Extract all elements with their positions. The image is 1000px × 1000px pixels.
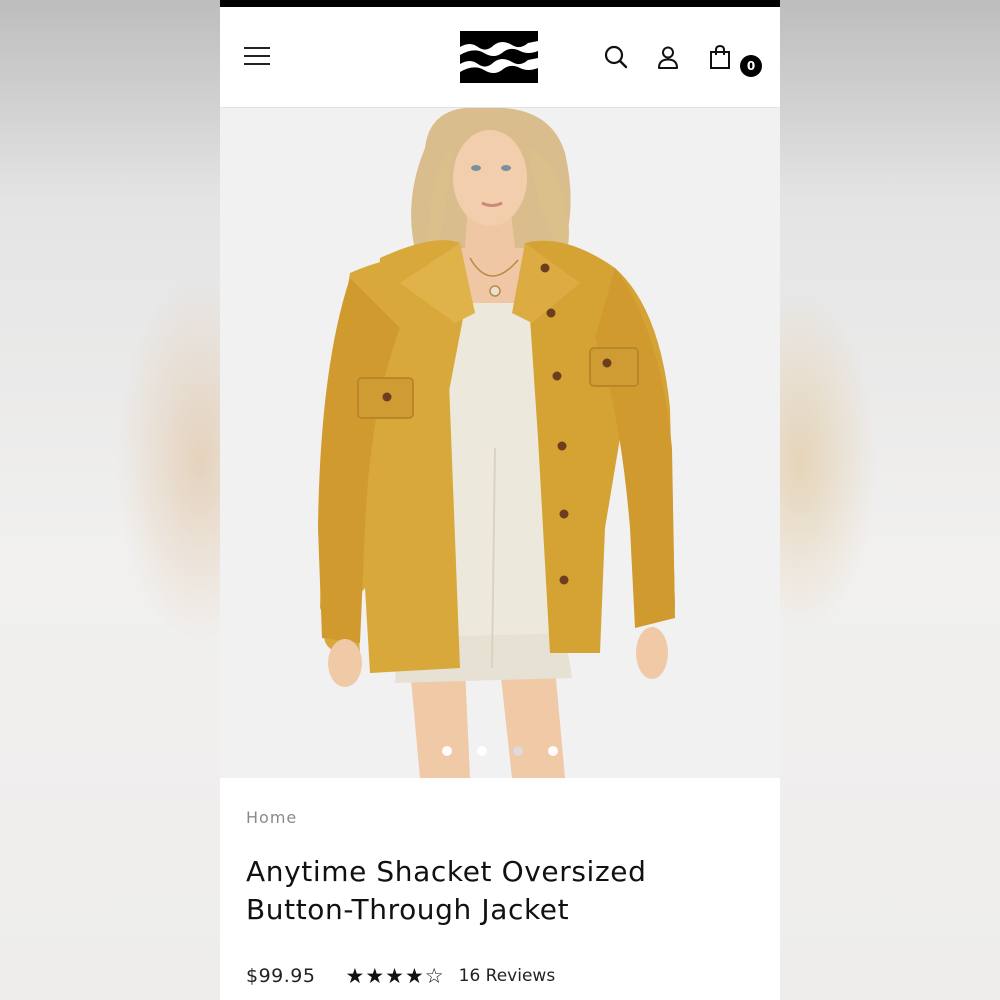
carousel-dot[interactable] (547, 746, 558, 756)
menu-icon[interactable] (244, 47, 270, 67)
carousel-dot[interactable] (442, 746, 453, 756)
star-filled-icon: ★ (345, 963, 365, 988)
product-title-line2: Button-Through Jacket (246, 893, 570, 926)
star-filled-icon: ★ (404, 963, 424, 988)
breadcrumb-home[interactable]: Home (246, 808, 754, 827)
product-image-carousel[interactable] (220, 108, 780, 778)
background-right (780, 0, 1000, 1000)
carousel-pagination (220, 741, 780, 760)
price-rating-row: $99.95 ★ ★ ★ ★ ☆ 16 Reviews (246, 965, 754, 987)
status-bar (220, 0, 780, 7)
product-title: Anytime Shacket Oversized Button-Through… (246, 853, 754, 929)
carousel-dot[interactable] (512, 746, 523, 756)
shopping-bag-icon[interactable] (707, 44, 733, 70)
cart-count-badge[interactable]: 0 (740, 55, 762, 77)
account-icon[interactable] (655, 44, 681, 70)
product-title-line1: Anytime Shacket Oversized (246, 855, 647, 888)
background-left (0, 0, 220, 1000)
product-page: 0 Home Anytime Shacket Oversized Button-… (220, 0, 780, 1000)
star-empty-icon: ☆ (424, 963, 444, 988)
product-photo (220, 108, 780, 778)
reviews-link[interactable]: 16 Reviews (459, 966, 556, 986)
carousel-dot[interactable] (477, 746, 488, 756)
brand-logo[interactable] (460, 31, 538, 83)
star-rating: ★ ★ ★ ★ ☆ (345, 963, 444, 988)
search-icon[interactable] (603, 44, 629, 70)
star-filled-icon: ★ (385, 963, 404, 988)
product-info: Home Anytime Shacket Oversized Button-Th… (220, 778, 780, 987)
site-header: 0 (220, 7, 780, 108)
star-filled-icon: ★ (365, 963, 385, 988)
product-price: $99.95 (246, 965, 316, 987)
